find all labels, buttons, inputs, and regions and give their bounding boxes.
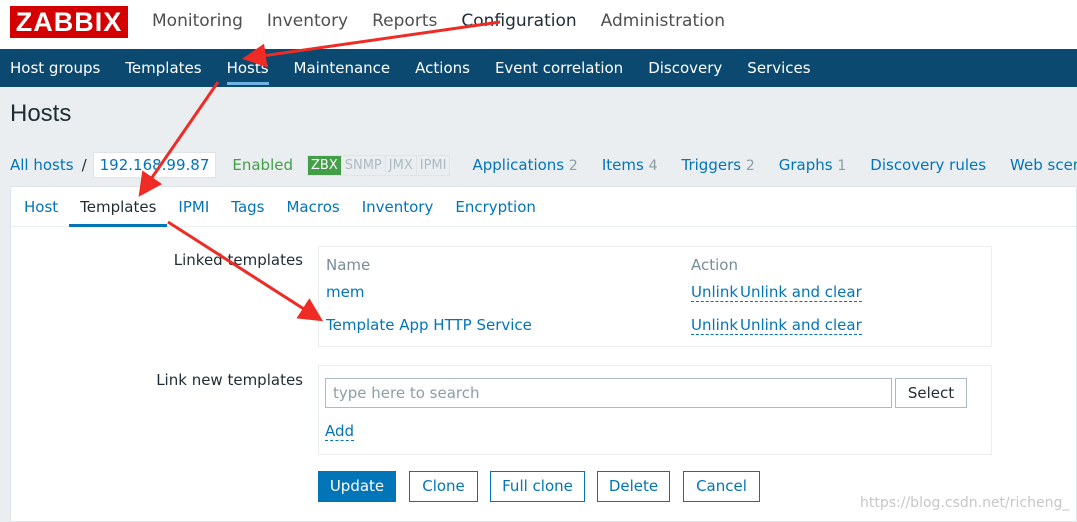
- subnav-discovery[interactable]: Discovery: [638, 49, 734, 87]
- main-nav-monitoring[interactable]: Monitoring: [140, 0, 255, 49]
- unlink-link[interactable]: Unlink: [691, 316, 739, 335]
- sub-nav: Host groups Templates Hosts Maintenance …: [0, 49, 1077, 87]
- subnav-host-groups[interactable]: Host groups: [0, 49, 112, 87]
- main-nav-inventory[interactable]: Inventory: [255, 0, 360, 49]
- subnav-event-correlation[interactable]: Event correlation: [485, 49, 635, 87]
- column-header-name: Name: [326, 256, 371, 274]
- main-nav-configuration[interactable]: Configuration: [449, 0, 588, 49]
- host-status[interactable]: Enabled: [232, 156, 293, 174]
- subnav-templates[interactable]: Templates: [115, 49, 213, 87]
- unlink-and-clear-link[interactable]: Unlink and clear: [740, 316, 862, 335]
- update-button[interactable]: Update: [318, 471, 396, 502]
- jmx-badge: JMX: [385, 155, 417, 175]
- zbx-badge: ZBX: [308, 155, 342, 175]
- all-hosts-link[interactable]: All hosts: [10, 156, 74, 174]
- availability-badges: ZBX SNMP JMX IPMI: [307, 154, 451, 176]
- delete-button[interactable]: Delete: [597, 471, 670, 502]
- graphs-count: 1: [837, 158, 847, 174]
- discovery-rules-link[interactable]: Discovery rules: [870, 156, 986, 174]
- snmp-badge: SNMP: [341, 155, 386, 175]
- triggers-link[interactable]: Triggers 2: [682, 156, 755, 174]
- template-row-name[interactable]: Template App HTTP Service: [326, 316, 532, 334]
- items-count: 4: [648, 158, 658, 174]
- items-label: Items: [601, 156, 644, 174]
- cancel-button[interactable]: Cancel: [683, 471, 760, 502]
- link-new-templates-label: Link new templates: [156, 371, 303, 389]
- tab-templates[interactable]: Templates: [69, 187, 168, 227]
- applications-link[interactable]: Applications 2: [472, 156, 577, 174]
- tab-macros[interactable]: Macros: [275, 187, 350, 226]
- triggers-count: 2: [745, 158, 755, 174]
- unlink-link[interactable]: Unlink: [691, 283, 739, 302]
- main-nav-administration[interactable]: Administration: [589, 0, 737, 49]
- watermark: https://blog.csdn.net/richeng_: [860, 495, 1070, 511]
- template-search-input[interactable]: type here to search: [325, 378, 892, 408]
- page-title: Hosts: [10, 100, 72, 127]
- breadcrumb-separator: /: [81, 156, 87, 174]
- applications-count: 2: [568, 158, 578, 174]
- link-new-templates-box: type here to search Select Add: [318, 365, 992, 455]
- host-name-link[interactable]: 192.168.99.87: [92, 152, 217, 178]
- host-form-card: Host Templates IPMI Tags Macros Inventor…: [10, 186, 1077, 522]
- graphs-label: Graphs: [778, 156, 833, 174]
- subnav-actions[interactable]: Actions: [405, 49, 482, 87]
- zabbix-logo[interactable]: ZABBIX: [10, 6, 128, 38]
- unlink-and-clear-link[interactable]: Unlink and clear: [740, 283, 862, 302]
- tab-ipmi[interactable]: IPMI: [167, 187, 220, 226]
- form-tabs: Host Templates IPMI Tags Macros Inventor…: [11, 187, 1076, 227]
- subnav-services[interactable]: Services: [737, 49, 822, 87]
- graphs-link[interactable]: Graphs 1: [779, 156, 847, 174]
- main-nav-reports[interactable]: Reports: [360, 0, 449, 49]
- host-breadcrumb: All hosts / 192.168.99.87 Enabled ZBX SN…: [10, 148, 1077, 182]
- add-link[interactable]: Add: [325, 422, 355, 441]
- triggers-label: Triggers: [681, 156, 742, 174]
- tab-inventory[interactable]: Inventory: [351, 187, 445, 226]
- tab-encryption[interactable]: Encryption: [444, 187, 547, 226]
- items-link[interactable]: Items 4: [602, 156, 658, 174]
- main-nav: Monitoring Inventory Reports Configurati…: [140, 0, 737, 49]
- tab-host[interactable]: Host: [13, 187, 69, 226]
- linked-templates-label: Linked templates: [173, 251, 303, 269]
- linked-templates-table: Name Action mem Unlink Unlink and clear …: [318, 246, 992, 347]
- tab-tags[interactable]: Tags: [220, 187, 275, 226]
- clone-button[interactable]: Clone: [409, 471, 478, 502]
- subnav-maintenance[interactable]: Maintenance: [284, 49, 403, 87]
- ipmi-badge: IPMI: [416, 155, 450, 175]
- top-bar: ZABBIX Monitoring Inventory Reports Conf…: [0, 0, 1077, 49]
- subnav-hosts[interactable]: Hosts: [217, 49, 281, 87]
- select-button[interactable]: Select: [895, 378, 967, 408]
- web-scenarios-link[interactable]: Web scenarios: [1010, 156, 1077, 174]
- column-header-action: Action: [691, 256, 738, 274]
- applications-label: Applications: [472, 156, 565, 174]
- template-row-name[interactable]: mem: [326, 283, 364, 301]
- full-clone-button[interactable]: Full clone: [490, 471, 585, 502]
